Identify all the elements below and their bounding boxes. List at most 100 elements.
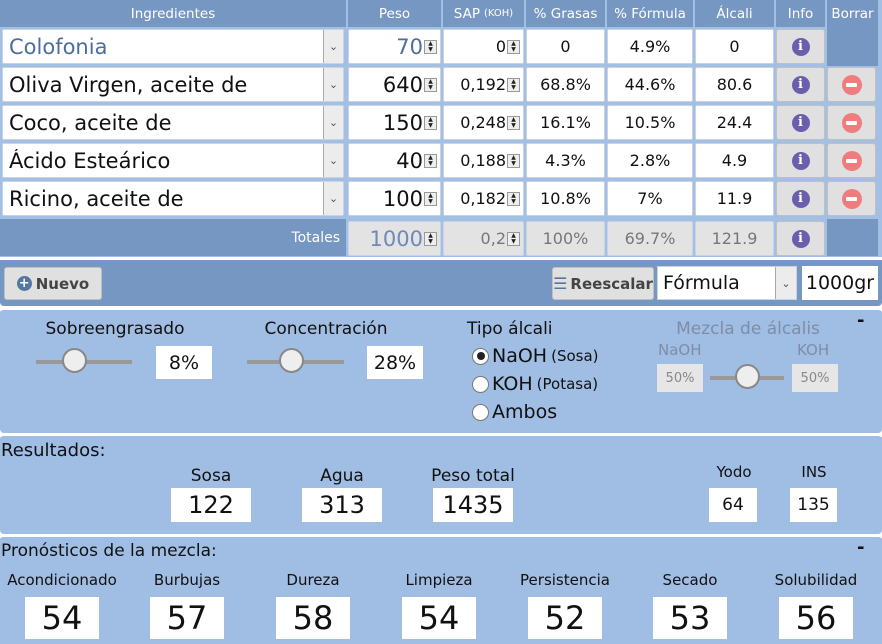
- peso-value: 40: [396, 148, 423, 173]
- sap-value: 0,248: [460, 113, 506, 132]
- formula-cell: 2.8%: [607, 143, 693, 178]
- sap-input[interactable]: 0,188 ▲ ▼: [443, 143, 524, 178]
- superfat-slider-handle[interactable]: [62, 348, 88, 373]
- radio-button[interactable]: [472, 375, 489, 393]
- scale-mode-select[interactable]: Fórmula ⌄: [657, 266, 797, 300]
- ingredient-select[interactable]: Ácido Esteárico ⌄: [2, 143, 344, 178]
- peso-input[interactable]: 150 ▲ ▼: [348, 105, 441, 140]
- spinner-icon[interactable]: ▲ ▼: [424, 191, 437, 206]
- totals-sap-value: 0,2: [480, 229, 506, 248]
- concentration-slider-handle[interactable]: [278, 348, 304, 373]
- sap-input[interactable]: 0,192 ▲ ▼: [443, 67, 524, 102]
- header-formula: % Fórmula: [607, 0, 693, 27]
- header-borrar: Borrar: [827, 0, 878, 27]
- peso-value: 150: [382, 110, 423, 135]
- result-peso-total-value: 1435: [433, 488, 513, 522]
- sap-value: 0,192: [460, 75, 506, 94]
- superfat-value[interactable]: 8%: [156, 346, 212, 379]
- info-button[interactable]: i: [776, 143, 825, 178]
- peso-value: 100: [382, 186, 423, 211]
- ingredient-select[interactable]: Ricino, aceite de ⌄: [2, 181, 344, 216]
- chevron-down-icon: ⌄: [775, 267, 796, 299]
- new-ingredient-button[interactable]: + Nuevo: [4, 267, 102, 300]
- totals-formula: 69.7%: [607, 221, 693, 256]
- info-icon: i: [791, 189, 810, 208]
- info-icon: i: [791, 229, 810, 248]
- radio-koh[interactable]: KOH (Potasa): [472, 373, 598, 395]
- spinner-icon[interactable]: ▲ ▼: [507, 77, 520, 92]
- ingredient-name: Ricino, aceite de: [9, 186, 184, 211]
- spinner-icon[interactable]: ▲ ▼: [507, 191, 520, 206]
- forecast-value: 58: [276, 597, 350, 639]
- header-grasas: % Grasas: [526, 0, 605, 27]
- mix-koh-label: KOH: [797, 341, 830, 359]
- delete-button[interactable]: [827, 67, 876, 102]
- peso-input[interactable]: 640 ▲ ▼: [348, 67, 441, 102]
- spinner-icon[interactable]: ▲ ▼: [507, 39, 520, 54]
- totals-alcali: 121.9: [695, 221, 774, 256]
- mix-koh-value: 50%: [792, 364, 838, 392]
- info-button[interactable]: i: [776, 105, 825, 140]
- formula-cell: 44.6%: [607, 67, 693, 102]
- ingredient-name: Coco, aceite de: [9, 110, 172, 135]
- ingredient-select[interactable]: Oliva Virgen, aceite de ⌄: [2, 67, 344, 102]
- radio-ambos[interactable]: Ambos: [472, 401, 557, 423]
- spinner-icon[interactable]: ▲ ▼: [424, 153, 437, 168]
- result-ins-label: INS: [801, 463, 827, 481]
- spinner-icon[interactable]: ▲ ▼: [507, 153, 520, 168]
- radio-ambos-label: Ambos: [492, 401, 558, 423]
- radio-naoh[interactable]: NaOH (Sosa): [472, 345, 599, 367]
- empty-delete-cell: [827, 27, 878, 66]
- ingredient-select[interactable]: Coco, aceite de ⌄: [2, 105, 344, 140]
- forecast-label: Persistencia: [520, 571, 610, 589]
- delete-button[interactable]: [827, 143, 876, 178]
- info-icon: i: [791, 75, 810, 94]
- radio-button[interactable]: [472, 347, 489, 365]
- delete-button[interactable]: [827, 105, 876, 140]
- sap-input[interactable]: 0,248 ▲ ▼: [443, 105, 524, 140]
- radio-button[interactable]: [472, 403, 489, 421]
- header-sap-label: SAP: [453, 5, 480, 22]
- forecast-label: Acondicionado: [7, 571, 117, 589]
- info-icon: i: [791, 37, 810, 56]
- mix-naoh-label: NaOH: [658, 341, 702, 359]
- info-button[interactable]: i: [776, 29, 825, 64]
- ingredient-select[interactable]: Colofonia ⌄: [2, 29, 344, 64]
- spinner-icon[interactable]: ▲ ▼: [507, 115, 520, 130]
- result-peso-total-label: Peso total: [431, 466, 515, 486]
- radio-naoh-hint: (Sosa): [551, 347, 599, 365]
- peso-input[interactable]: 70 ▲ ▼: [348, 29, 441, 64]
- spinner-icon[interactable]: ▲ ▼: [424, 39, 437, 54]
- forecast-value: 56: [779, 597, 853, 639]
- remove-icon: [841, 112, 862, 133]
- grasas-cell: 16.1%: [526, 105, 605, 140]
- rescale-button-label: Reescalar: [570, 274, 653, 293]
- alcali-cell: 4.9: [695, 143, 774, 178]
- alkali-mix-slider-handle: [735, 364, 760, 389]
- info-icon: i: [791, 113, 810, 132]
- peso-value: 70: [396, 34, 423, 59]
- result-ins-value: 135: [790, 488, 837, 522]
- ingredients-table: Ingredientes Peso SAP (KOH) % Grasas % Fó…: [0, 0, 882, 257]
- peso-input[interactable]: 100 ▲ ▼: [348, 181, 441, 216]
- forecast-collapse-button[interactable]: -: [857, 537, 864, 558]
- sap-input[interactable]: 0,182 ▲ ▼: [443, 181, 524, 216]
- totals-peso: 1000 ▲ ▼: [348, 221, 441, 256]
- scale-value-input[interactable]: 1000gr: [802, 266, 878, 300]
- totals-info-button[interactable]: i: [776, 221, 825, 256]
- info-button[interactable]: i: [776, 181, 825, 216]
- spinner-icon[interactable]: ▲ ▼: [424, 115, 437, 130]
- formula-cell: 10.5%: [607, 105, 693, 140]
- alcali-cell: 80.6: [695, 67, 774, 102]
- sap-value: 0,188: [460, 151, 506, 170]
- sap-input[interactable]: 0 ▲ ▼: [443, 29, 524, 64]
- peso-input[interactable]: 40 ▲ ▼: [348, 143, 441, 178]
- spinner-icon[interactable]: ▲ ▼: [424, 77, 437, 92]
- concentration-value[interactable]: 28%: [367, 346, 423, 379]
- delete-button[interactable]: [827, 181, 876, 216]
- mix-naoh-value: 50%: [657, 364, 703, 392]
- settings-collapse-button[interactable]: -: [857, 310, 864, 331]
- info-button[interactable]: i: [776, 67, 825, 102]
- rescale-button[interactable]: ☰ Reescalar: [552, 267, 654, 300]
- forecast-title: Pronósticos de la mezcla:: [1, 541, 217, 561]
